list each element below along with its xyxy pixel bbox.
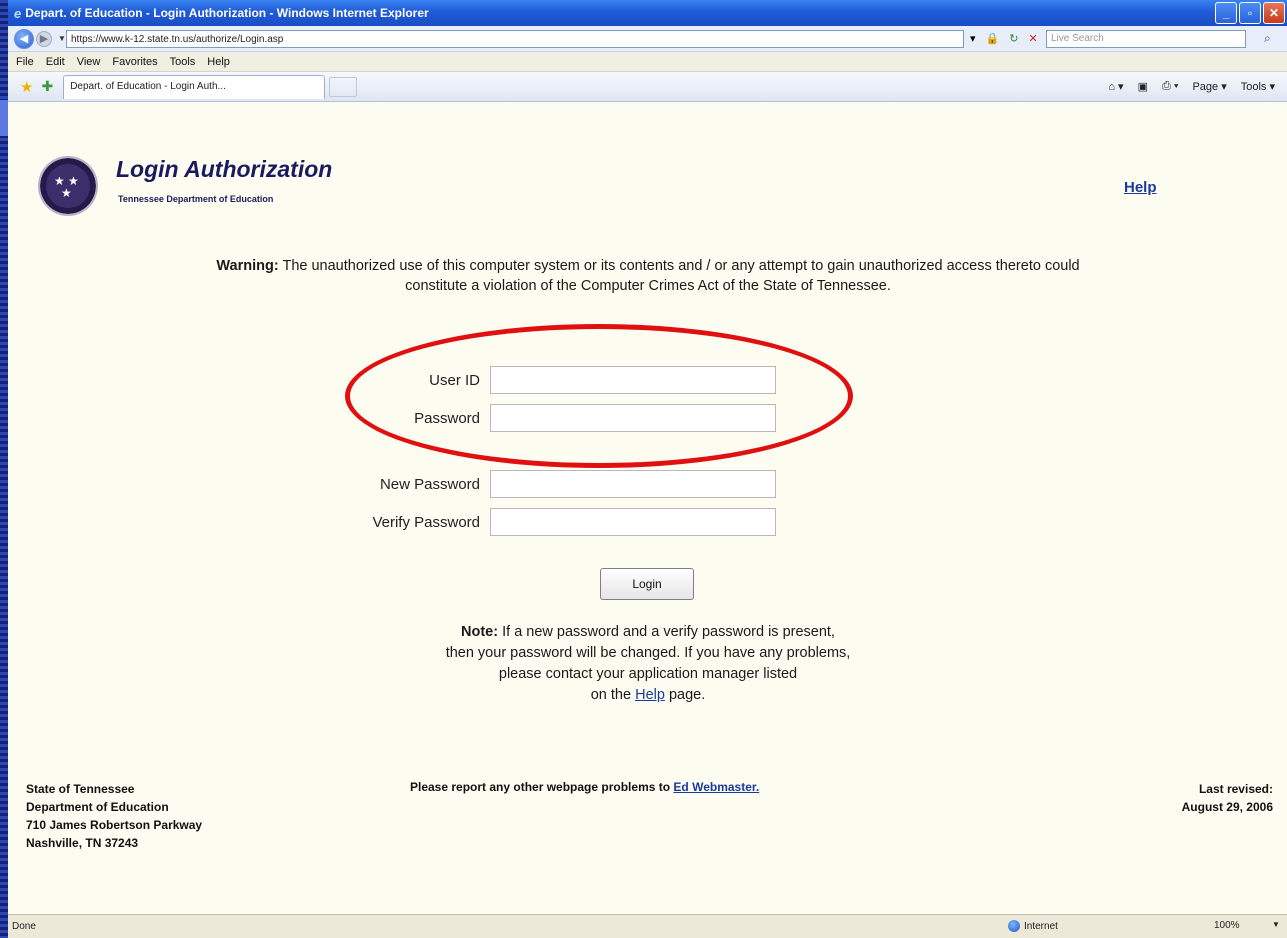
address-actions: ▾ 🔒 ↻ ✕ xyxy=(970,32,1038,45)
security-zone: Internet xyxy=(1008,920,1058,932)
forward-button[interactable]: ▶ xyxy=(36,30,52,47)
search-icon[interactable]: ⌕ xyxy=(1264,31,1271,46)
verify-password-row: Verify Password xyxy=(330,508,776,536)
page-content: ★ ★ ★ Login Authorization Tennessee Depa… xyxy=(8,102,1287,914)
footer-address-line: Department of Education xyxy=(26,800,169,814)
tab-bar: ★ ✚ Depart. of Education - Login Auth...… xyxy=(8,72,1287,102)
note-line-3: please contact your application manager … xyxy=(498,666,798,682)
history-dropdown-icon[interactable]: ▼ xyxy=(58,34,66,43)
note-line-2: then your password will be changed. If y… xyxy=(445,645,851,661)
note-line-1: Note: If a new password and a verify pas… xyxy=(308,622,988,643)
tools-menu[interactable]: Tools ▾ xyxy=(1241,80,1275,93)
tab-login-authorization[interactable]: Depart. of Education - Login Auth... xyxy=(63,74,326,99)
page-menu[interactable]: Page ▾ xyxy=(1192,80,1226,93)
menu-edit[interactable]: Edit xyxy=(40,56,71,68)
new-password-label: New Password xyxy=(379,475,480,493)
note-line-4: on the Help page. xyxy=(308,685,988,706)
zone-label: Internet xyxy=(1024,920,1058,932)
note-label: Note: xyxy=(461,624,499,640)
new-tab-button[interactable] xyxy=(329,76,358,97)
red-highlight-ellipse xyxy=(345,324,853,468)
ie-logo-icon: e xyxy=(14,5,22,21)
menu-file[interactable]: File xyxy=(10,56,40,68)
stop-icon[interactable]: ✕ xyxy=(1028,32,1037,45)
menu-tools[interactable]: Tools xyxy=(164,56,202,68)
feeds-icon[interactable]: ▣ xyxy=(1138,80,1148,93)
footer-revised: Last revised: August 29, 2006 xyxy=(1182,780,1273,816)
footer-address-line: State of Tennessee xyxy=(26,782,135,796)
verify-password-label: Verify Password xyxy=(372,513,480,531)
webmaster-link[interactable]: Ed Webmaster. xyxy=(673,780,759,794)
footer-address-line: Nashville, TN 37243 xyxy=(26,836,139,850)
seal-star-icon: ★ xyxy=(61,186,72,200)
warning-label: Warning: xyxy=(216,258,279,274)
menu-bar: File Edit View Favorites Tools Help xyxy=(8,52,1287,72)
status-text: Done xyxy=(12,921,36,932)
zoom-dropdown-icon[interactable]: ▼ xyxy=(1272,920,1280,929)
note-message: Note: If a new password and a verify pas… xyxy=(308,622,988,706)
maximize-button[interactable]: ▫ xyxy=(1239,2,1261,24)
password-input[interactable] xyxy=(490,404,776,432)
page-subtitle: Tennessee Department of Education xyxy=(118,194,274,204)
menu-favorites[interactable]: Favorites xyxy=(106,56,163,68)
user-id-row: User ID xyxy=(330,366,776,394)
note-suffix: page. xyxy=(668,687,706,703)
menu-view[interactable]: View xyxy=(71,56,107,68)
window-title: Depart. of Education - Login Authorizati… xyxy=(25,6,429,20)
menu-help[interactable]: Help xyxy=(201,56,236,68)
note-text-1: If a new password and a verify password … xyxy=(502,624,835,640)
revised-label: Last revised: xyxy=(1198,782,1273,796)
warning-message: Warning: The unauthorized use of this co… xyxy=(208,256,1088,296)
user-id-input[interactable] xyxy=(490,366,776,394)
footer-address-line: 710 James Robertson Parkway xyxy=(26,818,203,832)
revised-date: August 29, 2006 xyxy=(1181,800,1273,814)
home-icon[interactable]: ⌂ ▾ xyxy=(1108,80,1123,93)
user-id-label: User ID xyxy=(429,371,480,389)
note-help-link[interactable]: Help xyxy=(635,687,665,703)
address-bar: ◀ ▶ ▼ https://www.k-12.state.tn.us/autho… xyxy=(8,26,1287,52)
url-dropdown-icon[interactable]: ▾ xyxy=(970,32,976,45)
window-controls: _ ▫ ✕ xyxy=(1215,2,1285,24)
slide-background-stripe xyxy=(0,0,8,938)
login-button[interactable]: Login xyxy=(600,568,694,600)
command-bar: ⌂ ▾ ▣ ⎙ ▾ Page ▾ Tools ▾ xyxy=(1108,80,1275,93)
close-button[interactable]: ✕ xyxy=(1263,2,1285,24)
note-prefix: on the xyxy=(590,687,632,703)
url-input[interactable]: https://www.k-12.state.tn.us/authorize/L… xyxy=(66,30,964,48)
minimize-button[interactable]: _ xyxy=(1215,2,1237,24)
browser-window: e Depart. of Education - Login Authoriza… xyxy=(8,0,1287,938)
zoom-level[interactable]: 100% xyxy=(1214,920,1240,931)
refresh-icon[interactable]: ↻ xyxy=(1009,32,1018,45)
footer-address: State of Tennessee Department of Educati… xyxy=(26,780,202,852)
title-bar: e Depart. of Education - Login Authoriza… xyxy=(8,0,1287,26)
tennessee-seal-logo: ★ ★ ★ xyxy=(40,158,96,214)
back-button[interactable]: ◀ xyxy=(14,28,34,49)
new-password-row: New Password xyxy=(330,470,776,498)
globe-icon xyxy=(1008,920,1020,932)
new-password-input[interactable] xyxy=(490,470,776,498)
favorites-star-icon[interactable]: ★ xyxy=(20,78,33,96)
password-label: Password xyxy=(414,409,480,427)
password-row: Password xyxy=(330,404,776,432)
lock-icon[interactable]: 🔒 xyxy=(986,32,1000,45)
page-title: Login Authorization xyxy=(116,156,333,182)
search-input[interactable]: Live Search xyxy=(1046,30,1246,48)
status-bar: Done Internet 100% ▼ xyxy=(8,914,1287,938)
verify-password-input[interactable] xyxy=(490,508,776,536)
print-icon[interactable]: ⎙ ▾ xyxy=(1162,80,1178,93)
footer-report-text: Please report any other webpage problems… xyxy=(410,780,671,794)
add-favorites-icon[interactable]: ✚ xyxy=(41,78,53,95)
footer-report: Please report any other webpage problems… xyxy=(410,780,759,794)
help-link[interactable]: Help xyxy=(1124,179,1157,196)
warning-text: The unauthorized use of this computer sy… xyxy=(282,258,1080,294)
